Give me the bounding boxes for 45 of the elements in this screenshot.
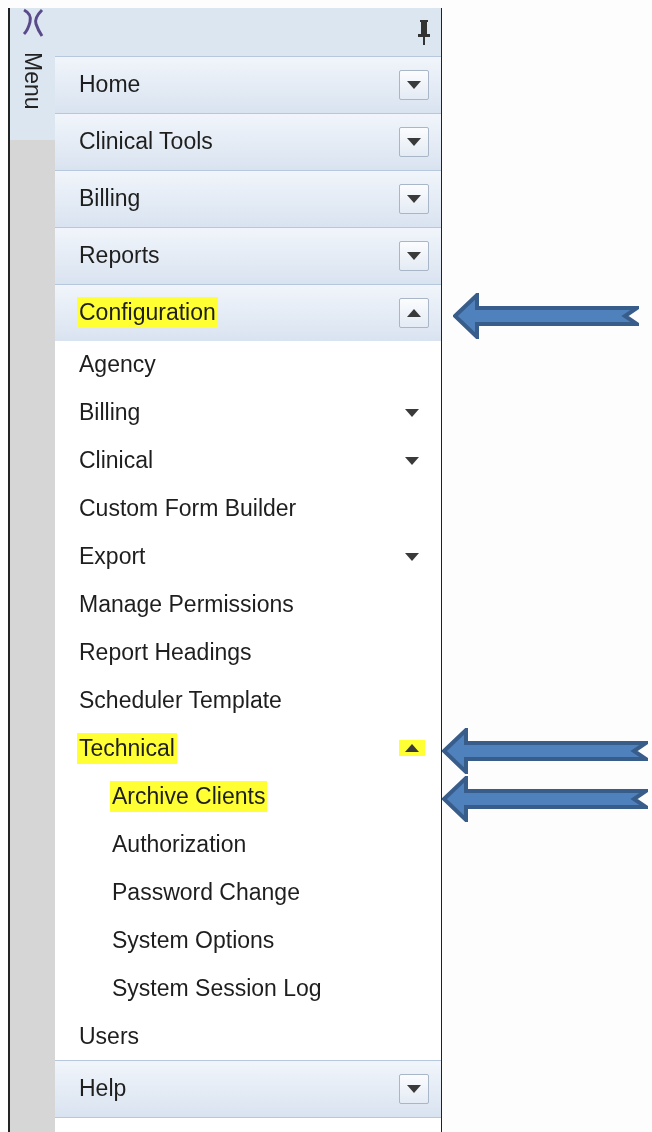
triangle-icon <box>405 408 419 417</box>
menu-item[interactable]: Billing <box>77 397 143 429</box>
menu-item[interactable]: Manage Permissions <box>77 588 296 620</box>
section-title: Clinical Tools <box>78 127 214 157</box>
caret-icon[interactable] <box>399 740 425 757</box>
triangle-icon <box>407 80 421 89</box>
menu-item[interactable]: Agency <box>77 349 158 381</box>
expand-toggle[interactable] <box>399 183 429 214</box>
menu-item[interactable]: Report Headings <box>77 636 254 668</box>
expand-toggle[interactable] <box>399 240 429 271</box>
menu-item[interactable]: System Session Log <box>110 972 324 1004</box>
expand-toggle[interactable] <box>399 297 429 328</box>
section-header[interactable]: Reports <box>55 226 441 284</box>
section-title: Configuration <box>77 297 218 329</box>
pin-icon[interactable] <box>417 17 431 46</box>
menu-item[interactable]: Scheduler Template <box>77 684 284 716</box>
triangle-icon <box>405 456 419 465</box>
section-title: Help <box>78 1074 128 1104</box>
section-title: Billing <box>78 184 142 214</box>
section-header[interactable]: Billing <box>55 169 441 227</box>
section-header[interactable]: Clinical Tools <box>55 112 441 170</box>
triangle-icon <box>407 308 421 317</box>
menu-item[interactable]: Export <box>77 541 148 572</box>
section-title: Reports <box>78 241 161 271</box>
expand-toggle[interactable] <box>399 1074 429 1104</box>
logo-icon <box>21 8 44 38</box>
section-header[interactable]: Help <box>55 1060 441 1117</box>
menu-item[interactable]: Password Change <box>110 876 302 908</box>
triangle-icon <box>407 137 421 146</box>
menu-item[interactable]: Authorization <box>110 828 249 860</box>
triangle-icon <box>405 552 419 561</box>
menu-item[interactable]: Technical <box>77 732 177 764</box>
expand-toggle[interactable] <box>399 126 429 157</box>
menu-item[interactable]: Users <box>77 1020 142 1052</box>
menu-item[interactable]: Clinical <box>77 445 156 477</box>
menu-item[interactable]: System Options <box>110 924 277 956</box>
triangle-icon <box>407 1085 421 1093</box>
menu-item[interactable]: Custom Form Builder <box>77 493 299 525</box>
triangle-icon <box>407 194 421 203</box>
section-header[interactable]: Home <box>55 55 441 113</box>
section-title: Home <box>78 70 142 100</box>
expand-toggle[interactable] <box>399 69 429 100</box>
triangle-icon <box>405 744 419 753</box>
triangle-icon <box>407 251 421 260</box>
menu-item[interactable]: Archive Clients <box>110 780 268 812</box>
